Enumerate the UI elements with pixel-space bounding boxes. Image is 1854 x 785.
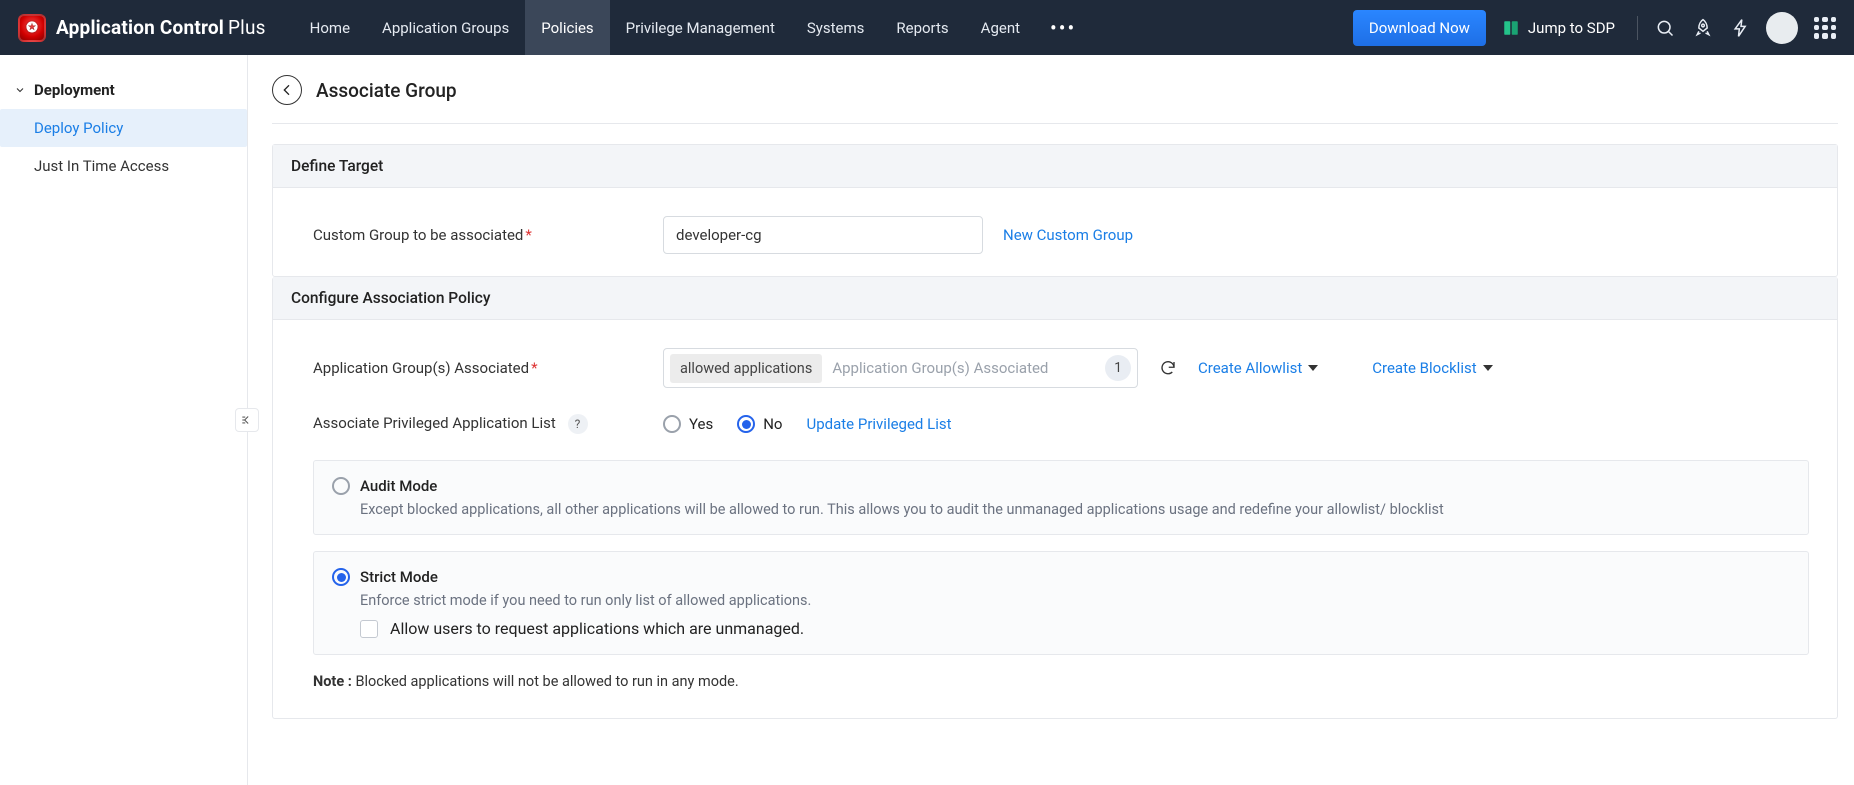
header-divider (272, 123, 1838, 124)
privileged-radio-group: Yes No Update Privileged List (663, 415, 952, 433)
radio-no-label: No (763, 415, 782, 433)
sidebar-heading-label: Deployment (34, 81, 115, 99)
sidebar-item-deploy-policy[interactable]: Deploy Policy (0, 109, 247, 147)
nav-application-groups[interactable]: Application Groups (366, 0, 525, 55)
page-title: Associate Group (316, 79, 457, 102)
top-nav: ✪ Application ControlPlus Home Applicati… (0, 0, 1854, 55)
chevron-down-icon (14, 84, 26, 96)
nav-systems[interactable]: Systems (791, 0, 881, 55)
radio-yes-option[interactable]: Yes (663, 415, 713, 433)
sidebar-collapse-button[interactable] (235, 408, 259, 432)
panel-heading: Configure Association Policy (273, 277, 1837, 320)
create-allowlist-dropdown[interactable]: Create Allowlist (1198, 359, 1318, 377)
caret-down-icon (1483, 365, 1493, 371)
new-custom-group-link[interactable]: New Custom Group (1003, 226, 1133, 244)
label-custom-group: Custom Group to be associated* (313, 226, 643, 244)
radio-audit-mode[interactable] (332, 477, 350, 495)
back-button[interactable] (272, 75, 302, 105)
brand[interactable]: ✪ Application ControlPlus (18, 14, 266, 42)
radio-no[interactable] (737, 415, 755, 433)
apps-grid-icon[interactable] (1814, 17, 1836, 39)
radio-yes-label: Yes (689, 415, 713, 433)
row-associate-privileged: Associate Privileged Application List ? … (313, 414, 1809, 434)
download-now-button[interactable]: Download Now (1353, 10, 1486, 46)
sidebar-item-just-in-time-access[interactable]: Just In Time Access (0, 147, 247, 185)
audit-mode-desc: Except blocked applications, all other a… (360, 501, 1790, 518)
panel-configure-association: Configure Association Policy Application… (272, 277, 1838, 719)
note-line: Note : Blocked applications will not be … (313, 673, 1809, 690)
caret-down-icon (1308, 365, 1318, 371)
chip-count-badge: 1 (1105, 355, 1131, 381)
create-blocklist-label: Create Blocklist (1372, 359, 1476, 377)
main: Associate Group Define Target Custom Gro… (248, 55, 1854, 785)
search-icon[interactable] (1648, 11, 1682, 45)
radio-no-option[interactable]: No (737, 415, 782, 433)
label-associate-privileged: Associate Privileged Application List ? (313, 414, 643, 434)
allow-request-checkbox[interactable] (360, 620, 378, 638)
custom-group-input[interactable] (663, 216, 983, 254)
allow-request-label: Allow users to request applications whic… (390, 619, 804, 638)
app-groups-combobox[interactable]: allowed applications 1 (663, 348, 1138, 388)
create-blocklist-dropdown[interactable]: Create Blocklist (1372, 359, 1492, 377)
jump-to-sdp-label: Jump to SDP (1528, 19, 1615, 37)
update-privileged-list-link[interactable]: Update Privileged List (807, 415, 952, 433)
mode-strict-card[interactable]: Strict Mode Enforce strict mode if you n… (313, 551, 1809, 655)
label-app-groups: Application Group(s) Associated* (313, 359, 643, 377)
nav-policies[interactable]: Policies (525, 0, 609, 55)
nav-agent[interactable]: Agent (965, 0, 1036, 55)
row-custom-group: Custom Group to be associated* New Custo… (313, 216, 1809, 254)
help-icon[interactable]: ? (568, 414, 588, 434)
brand-logo-icon: ✪ (18, 14, 46, 42)
refresh-icon[interactable] (1158, 358, 1178, 378)
audit-mode-title: Audit Mode (360, 477, 437, 495)
create-allowlist-label: Create Allowlist (1198, 359, 1302, 377)
sidebar-heading[interactable]: Deployment (0, 73, 247, 109)
strict-mode-title: Strict Mode (360, 568, 438, 586)
jump-sdp-icon (1502, 19, 1520, 37)
brand-name: Application ControlPlus (56, 16, 266, 39)
radio-strict-mode[interactable] (332, 568, 350, 586)
mode-audit-card[interactable]: Audit Mode Except blocked applications, … (313, 460, 1809, 535)
jump-to-sdp-link[interactable]: Jump to SDP (1490, 19, 1627, 37)
avatar[interactable] (1766, 12, 1798, 44)
rocket-icon[interactable] (1686, 11, 1720, 45)
nav-more-icon[interactable]: ••• (1036, 0, 1090, 55)
strict-mode-desc: Enforce strict mode if you need to run o… (360, 592, 1790, 609)
nav-home[interactable]: Home (294, 0, 366, 55)
collapse-icon (240, 413, 254, 427)
nav-reports[interactable]: Reports (880, 0, 964, 55)
panel-define-target: Define Target Custom Group to be associa… (272, 144, 1838, 277)
nav-divider (1637, 16, 1638, 40)
lightning-icon[interactable] (1724, 11, 1758, 45)
nav-privilege-management[interactable]: Privilege Management (610, 0, 791, 55)
allow-request-option[interactable]: Allow users to request applications whic… (360, 619, 1790, 638)
panel-heading: Define Target (273, 145, 1837, 188)
nav-items: Home Application Groups Policies Privile… (294, 0, 1091, 55)
selected-chip[interactable]: allowed applications (670, 354, 822, 383)
app-groups-input[interactable] (830, 358, 1093, 378)
radio-yes[interactable] (663, 415, 681, 433)
page-header: Associate Group (272, 67, 1838, 123)
sidebar: Deployment Deploy Policy Just In Time Ac… (0, 55, 248, 785)
arrow-left-icon (279, 82, 295, 98)
row-app-groups: Application Group(s) Associated* allowed… (313, 348, 1809, 388)
